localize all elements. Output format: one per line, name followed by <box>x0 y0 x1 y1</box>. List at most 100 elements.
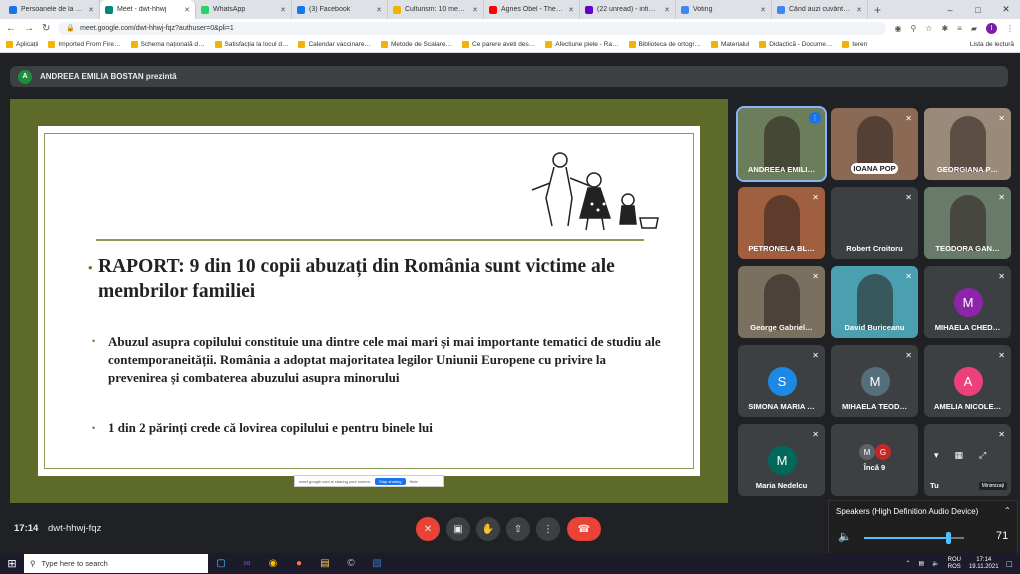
browser-tab[interactable]: WhatsApp ✕ <box>196 0 292 19</box>
firefox-icon[interactable]: ● <box>286 553 312 574</box>
participant-tile[interactable]: M G Încă 9 <box>831 424 918 496</box>
bookmark-item[interactable]: Biblioteca de ortogr… <box>628 41 701 48</box>
participant-tile[interactable]: ✕ George Gabriel… <box>738 266 825 338</box>
puzzle-icon[interactable]: ▰ <box>971 24 977 33</box>
stop-sharing-button[interactable]: Stop sharing <box>375 477 406 485</box>
bookmark-item[interactable]: Didactică - Docume… <box>759 41 832 48</box>
participant-tile[interactable]: ✕ TEODORA GAN… <box>924 187 1011 259</box>
minimize-icon[interactable]: ⤢ <box>979 450 986 461</box>
maximize-icon[interactable]: □ <box>964 0 992 19</box>
task-view-icon[interactable]: ▢ <box>208 553 234 574</box>
browser-tab[interactable]: Agnes Obel - The Cu… ✕ <box>484 0 580 19</box>
profile-avatar[interactable]: I <box>986 22 997 34</box>
tab-favicon-icon <box>585 5 593 14</box>
bookmark-item[interactable]: Metode de Scalare… <box>380 41 452 48</box>
close-tab-icon[interactable]: ✕ <box>88 6 94 14</box>
new-tab-button[interactable]: + <box>874 3 881 17</box>
file-explorer-icon[interactable]: ▤ <box>312 553 338 574</box>
close-tab-icon[interactable]: ✕ <box>184 6 190 14</box>
participant-tile[interactable]: ✕ Robert Croitoru <box>831 187 918 259</box>
tab-title: (3) Facebook <box>309 6 351 13</box>
url-field[interactable]: 🔒 meet.google.com/dwt-hhwj-fqz?authuser=… <box>58 21 887 35</box>
bookmark-item[interactable]: Afectiune piele - Ra… <box>545 41 619 48</box>
star-icon[interactable]: ☆ <box>925 24 932 33</box>
close-tab-icon[interactable]: ✕ <box>856 6 862 14</box>
participant-tile[interactable]: A ✕ AMELIA NICOLE… <box>924 345 1011 417</box>
visual-studio-icon[interactable]: ∞ <box>234 553 260 574</box>
mic-toggle-button[interactable]: ✕ <box>416 517 440 541</box>
network-icon[interactable]: ▤ <box>918 560 924 567</box>
browser-tab[interactable]: Când auzi cuvântul vi… ✕ <box>772 0 868 19</box>
extensions-icon[interactable]: ✱ <box>941 24 948 33</box>
zoom-icon[interactable]: ⚲ <box>910 24 916 33</box>
close-tab-icon[interactable]: ✕ <box>280 6 286 14</box>
chevron-up-icon[interactable]: ⌃ <box>905 560 910 567</box>
participant-tile[interactable]: M ✕ MIHAELA TEOD… <box>831 345 918 417</box>
browser-tab[interactable]: Persoanele de la EDU… ✕ <box>4 0 100 19</box>
tab-favicon-icon <box>201 5 209 14</box>
close-tab-icon[interactable]: ✕ <box>664 6 670 14</box>
close-tab-icon[interactable]: ✕ <box>760 6 766 14</box>
notifications-icon[interactable]: □ <box>1007 559 1012 569</box>
volume-slider-thumb[interactable] <box>946 532 951 544</box>
speaker-icon[interactable]: 🔈 <box>838 530 852 543</box>
participant-tile[interactable]: M ✕ MIHAELA CHED… <box>924 266 1011 338</box>
reading-list[interactable]: Lista de lectură <box>970 41 1014 48</box>
close-tab-icon[interactable]: ✕ <box>376 6 382 14</box>
participant-tile[interactable]: ✕ PETRONELA BL… <box>738 187 825 259</box>
fullscreen-icon[interactable]: ▦ <box>955 450 964 461</box>
browser-tab[interactable]: Meet - dwt-hhwj ✕ <box>100 0 196 19</box>
browser-tab[interactable]: (22 unread) - infimoll… ✕ <box>580 0 676 19</box>
back-icon[interactable]: ← <box>6 23 16 34</box>
close-tab-icon[interactable]: ✕ <box>472 6 478 14</box>
menu-icon[interactable]: ⋮ <box>1006 24 1014 33</box>
app-c-icon[interactable]: © <box>338 553 364 574</box>
participant-tile[interactable]: ⋮ ANDREEA EMILI… <box>736 106 827 182</box>
windows-start-icon[interactable]: ⊞ <box>0 553 24 574</box>
bookmark-item[interactable]: teren <box>842 41 867 48</box>
volume-tray-icon[interactable]: 🔈 <box>932 560 939 567</box>
reading-icon[interactable]: ≡ <box>957 24 962 33</box>
leave-call-button[interactable]: ☎ <box>567 517 601 541</box>
participant-tile[interactable]: ▾ ▦ ⤢ Minimizați ✕ Tu <box>924 424 1011 496</box>
clock[interactable]: 17:14 19.11.2021 <box>969 557 999 571</box>
bookmark-item[interactable]: Satisfacția la locul d… <box>214 41 288 48</box>
browser-tab[interactable]: (3) Facebook ✕ <box>292 0 388 19</box>
reload-icon[interactable]: ↻ <box>42 23 50 34</box>
raise-hand-button[interactable]: ✋ <box>476 517 500 541</box>
close-tab-icon[interactable]: ✕ <box>568 6 574 14</box>
bookmark-label: Aplicații <box>16 41 39 48</box>
bookmark-item[interactable]: Calendar vaccinare… <box>298 41 371 48</box>
word-icon[interactable]: ▧ <box>364 553 390 574</box>
language-indicator[interactable]: ROU ROS <box>948 557 961 571</box>
camera-toggle-button[interactable]: ▣ <box>446 517 470 541</box>
participant-tile[interactable]: ✕ IOANA POP <box>831 108 918 180</box>
participant-tile[interactable]: ✕ David Buriceanu <box>831 266 918 338</box>
more-options-button[interactable]: ⋮ <box>536 517 560 541</box>
participant-name: AMELIA NICOLE… <box>933 402 1002 411</box>
participant-tile[interactable]: M ✕ Maria Nedelcu <box>738 424 825 496</box>
participant-tile[interactable]: ✕ GEORGIANA P… <box>924 108 1011 180</box>
bookmark-icon <box>6 41 13 48</box>
close-window-icon[interactable]: ✕ <box>992 0 1020 19</box>
pin-icon[interactable]: ▾ <box>934 450 939 461</box>
taskbar-search[interactable]: ⚲ Type here to search <box>24 554 208 573</box>
participant-name: David Buriceanu <box>844 323 905 332</box>
camera-icon[interactable]: ◉ <box>894 24 901 33</box>
bookmark-item[interactable]: Materialul <box>711 41 749 48</box>
browser-tab[interactable]: Voting ✕ <box>676 0 772 19</box>
hide-button[interactable]: Hide <box>410 479 418 484</box>
browser-tab[interactable]: Culturism: 10 medali… ✕ <box>388 0 484 19</box>
present-button[interactable]: ⇧ <box>506 517 530 541</box>
participant-tile[interactable]: S ✕ SIMONA MARIA … <box>738 345 825 417</box>
meeting-code[interactable]: dwt-hhwj-fqz <box>48 523 101 534</box>
chrome-icon[interactable]: ◉ <box>260 553 286 574</box>
chevron-up-icon[interactable]: ⌃ <box>1004 506 1011 515</box>
audio-device-name[interactable]: Speakers (High Definition Audio Device) <box>836 507 978 516</box>
bookmark-item[interactable]: Imported From Fire… <box>48 41 121 48</box>
bookmark-item[interactable]: Schema națională d… <box>130 41 205 48</box>
bookmark-item[interactable]: Aplicații <box>6 41 38 48</box>
forward-icon[interactable]: → <box>24 23 34 34</box>
bookmark-item[interactable]: Ce parere aveti des… <box>462 41 535 48</box>
minimize-icon[interactable]: – <box>936 0 964 19</box>
